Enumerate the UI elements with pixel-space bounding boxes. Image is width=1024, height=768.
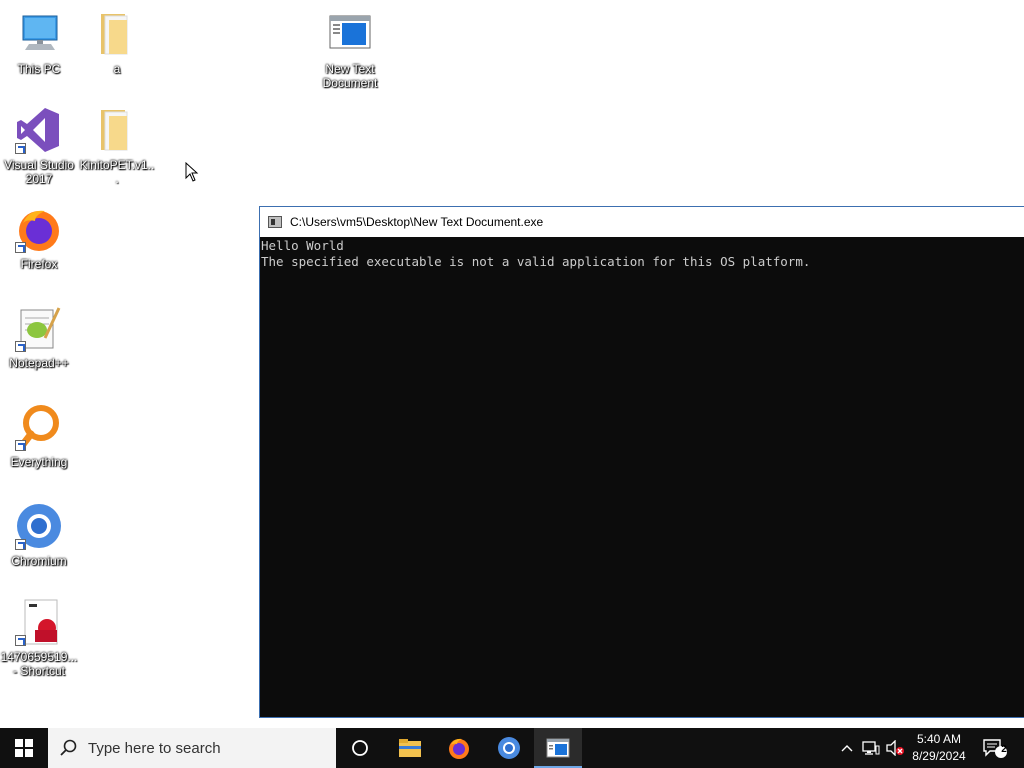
window-app-icon xyxy=(326,10,374,58)
desktop-icon-label: New Text Document xyxy=(322,62,378,90)
search-placeholder: Type here to search xyxy=(88,739,221,757)
shortcut-arrow-icon xyxy=(15,635,26,646)
task-view-icon xyxy=(352,740,368,756)
desktop-icon-firefox[interactable]: Firefox xyxy=(0,205,78,271)
firefox-icon xyxy=(15,205,63,253)
task-view-button[interactable] xyxy=(336,728,384,768)
console-titlebar[interactable]: C:\Users\vm5\Desktop\New Text Document.e… xyxy=(260,207,1024,237)
desktop-icon-label: Chromium xyxy=(11,554,67,568)
desktop-icon-label: Visual Studio 2017 xyxy=(4,158,74,186)
taskbar-firefox[interactable] xyxy=(435,728,483,768)
action-center-button[interactable]: 2 xyxy=(978,728,1012,768)
mouse-pointer-icon xyxy=(185,162,199,182)
console-line: The specified executable is not a valid … xyxy=(261,254,811,269)
firefox-icon xyxy=(449,738,469,759)
image-file-icon xyxy=(15,598,63,646)
desktop-icon-notepadpp[interactable]: Notepad++ xyxy=(0,304,78,370)
console-window[interactable]: C:\Users\vm5\Desktop\New Text Document.e… xyxy=(259,206,1024,718)
shortcut-arrow-icon xyxy=(15,539,26,550)
desktop-icon-label: KinitoPET.v1... xyxy=(79,158,155,186)
chromium-icon xyxy=(15,502,63,550)
clock-time: 5:40 AM xyxy=(916,732,962,746)
network-tray-button[interactable] xyxy=(860,728,882,768)
shortcut-arrow-icon xyxy=(15,143,26,154)
taskbar-search-box[interactable]: Type here to search xyxy=(48,728,336,768)
notification-count-badge: 2 xyxy=(1001,744,1007,755)
desktop-icon-kinito[interactable]: KinitoPET.v1... xyxy=(78,106,156,186)
desktop-icon-label: a xyxy=(113,62,121,76)
notepadpp-icon xyxy=(15,304,63,352)
windows-logo-icon xyxy=(15,739,33,757)
taskbar-file-explorer[interactable] xyxy=(386,728,434,768)
taskbar-clock[interactable]: 5:40 AM 8/29/2024 xyxy=(900,728,978,768)
taskbar-chromium[interactable] xyxy=(485,728,533,768)
taskbar-console-app[interactable] xyxy=(534,728,582,768)
desktop-icon-new-text-document[interactable]: New Text Document xyxy=(311,10,389,90)
magnifier-icon xyxy=(15,403,63,451)
shortcut-arrow-icon xyxy=(15,341,26,352)
chromium-icon xyxy=(498,737,520,759)
folder-icon xyxy=(93,106,141,154)
console-app-icon xyxy=(268,216,282,228)
computer-icon xyxy=(15,10,63,58)
show-hidden-icons-button[interactable] xyxy=(836,728,858,768)
desktop-icon-folder-a[interactable]: a xyxy=(78,10,156,76)
file-explorer-icon xyxy=(399,739,421,757)
desktop-icon-visual-studio[interactable]: Visual Studio 2017 xyxy=(0,106,78,186)
desktop-icon-this-pc[interactable]: This PC xyxy=(0,10,78,76)
clock-date: 8/29/2024 xyxy=(912,749,966,763)
visual-studio-icon xyxy=(15,106,63,154)
desktop-icon-label: Everything xyxy=(10,455,68,469)
desktop-icon-chromium[interactable]: Chromium xyxy=(0,502,78,568)
start-button[interactable] xyxy=(0,728,48,768)
window-app-icon xyxy=(546,738,570,758)
taskbar: Type here to search 5:40 AM 8/29/2024 2 xyxy=(0,728,1024,768)
desktop-icon-label: 1470659519... - Shortcut xyxy=(0,650,78,678)
console-title: C:\Users\vm5\Desktop\New Text Document.e… xyxy=(290,215,544,229)
desktop-icon-label: Firefox xyxy=(20,257,58,271)
desktop-icon-shortcut-file[interactable]: 1470659519... - Shortcut xyxy=(0,598,78,678)
shortcut-arrow-icon xyxy=(15,440,26,451)
folder-icon xyxy=(93,10,141,58)
network-icon xyxy=(862,741,880,755)
desktop-icon-label: This PC xyxy=(17,62,61,76)
shortcut-arrow-icon xyxy=(15,242,26,253)
search-icon xyxy=(60,739,77,756)
console-output[interactable]: Hello World The specified executable is n… xyxy=(260,237,1024,271)
desktop-icon-everything[interactable]: Everything xyxy=(0,403,78,469)
chevron-up-icon xyxy=(841,745,853,752)
desktop-icon-label: Notepad++ xyxy=(9,356,69,370)
console-line: Hello World xyxy=(261,238,344,253)
